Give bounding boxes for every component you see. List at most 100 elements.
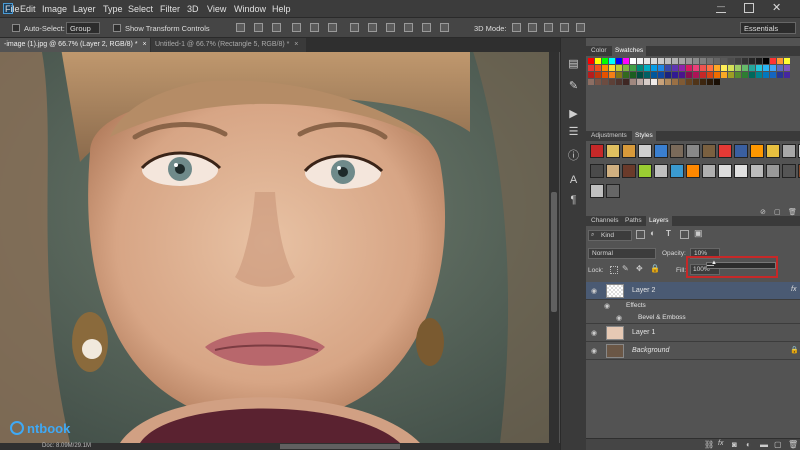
swatch[interactable] bbox=[623, 72, 629, 78]
swatch[interactable] bbox=[735, 58, 741, 64]
swatch[interactable] bbox=[672, 58, 678, 64]
swatch[interactable] bbox=[770, 72, 776, 78]
layer-row-layer-1[interactable]: ◉ Layer 1 bbox=[586, 324, 800, 342]
swatch[interactable] bbox=[602, 79, 608, 85]
swatch[interactable] bbox=[588, 65, 594, 71]
swatch[interactable] bbox=[616, 72, 622, 78]
mask-icon[interactable]: ◙ bbox=[732, 440, 737, 449]
swatch[interactable] bbox=[707, 58, 713, 64]
swatch[interactable] bbox=[658, 58, 664, 64]
folder-icon[interactable]: ▬ bbox=[760, 440, 768, 449]
lock-transparent-icon[interactable] bbox=[610, 266, 618, 274]
swatch[interactable] bbox=[763, 58, 769, 64]
style-swatch[interactable] bbox=[606, 164, 620, 178]
auto-select-checkbox[interactable] bbox=[12, 24, 20, 32]
swatch[interactable] bbox=[665, 65, 671, 71]
swatch[interactable] bbox=[609, 58, 615, 64]
swatch[interactable] bbox=[707, 79, 713, 85]
distribute-top-icon[interactable] bbox=[350, 23, 359, 32]
lock-pixels-icon[interactable]: ✎ bbox=[622, 264, 629, 273]
swatch[interactable] bbox=[714, 65, 720, 71]
swatch[interactable] bbox=[630, 58, 636, 64]
lock-position-icon[interactable]: ✥ bbox=[636, 264, 643, 273]
style-swatch[interactable] bbox=[734, 144, 748, 158]
swatch[interactable] bbox=[700, 58, 706, 64]
style-swatch[interactable] bbox=[654, 144, 668, 158]
layer-name[interactable]: Background bbox=[632, 347, 669, 354]
brush-icon[interactable]: ✎ bbox=[567, 80, 580, 93]
pixel-filter-icon[interactable] bbox=[636, 230, 645, 239]
swatch[interactable] bbox=[707, 65, 713, 71]
swatch[interactable] bbox=[616, 65, 622, 71]
swatch[interactable] bbox=[602, 72, 608, 78]
style-swatch[interactable] bbox=[686, 164, 700, 178]
type-filter-icon[interactable]: T bbox=[666, 229, 671, 238]
document-canvas[interactable]: ntbook bbox=[0, 52, 549, 443]
swatch[interactable] bbox=[700, 79, 706, 85]
distribute-vcenter-icon[interactable] bbox=[368, 23, 377, 32]
character-icon[interactable]: A bbox=[567, 174, 580, 187]
tab-color[interactable]: Color bbox=[588, 46, 610, 56]
menu-help[interactable]: Help bbox=[272, 4, 291, 14]
menu-file[interactable]: File bbox=[5, 4, 20, 14]
style-swatch[interactable] bbox=[670, 164, 684, 178]
swatch[interactable] bbox=[749, 72, 755, 78]
style-swatch[interactable] bbox=[718, 164, 732, 178]
swatch[interactable] bbox=[735, 65, 741, 71]
paragraph-icon[interactable]: ¶ bbox=[567, 194, 580, 207]
swatch[interactable] bbox=[693, 65, 699, 71]
style-swatch[interactable] bbox=[590, 184, 604, 198]
style-swatch[interactable] bbox=[750, 164, 764, 178]
swatch[interactable] bbox=[770, 58, 776, 64]
swatch[interactable] bbox=[658, 72, 664, 78]
style-swatch[interactable] bbox=[654, 164, 668, 178]
tab-channels[interactable]: Channels bbox=[588, 216, 621, 226]
swatch[interactable] bbox=[700, 65, 706, 71]
swatch[interactable] bbox=[651, 79, 657, 85]
layer-row-background[interactable]: ◉ Background 🔒 bbox=[586, 342, 800, 360]
swatch[interactable] bbox=[686, 65, 692, 71]
tab-document-1[interactable]: -image (1).jpg @ 66.7% (Layer 2, RGB/8) … bbox=[0, 38, 150, 52]
swatch[interactable] bbox=[756, 72, 762, 78]
style-swatch[interactable] bbox=[750, 144, 764, 158]
swatch[interactable] bbox=[644, 65, 650, 71]
distribute-bottom-icon[interactable] bbox=[386, 23, 395, 32]
style-swatch[interactable] bbox=[766, 144, 780, 158]
style-swatch[interactable] bbox=[782, 144, 796, 158]
menu-view[interactable]: View bbox=[207, 4, 226, 14]
distribute-hcenter-icon[interactable] bbox=[422, 23, 431, 32]
swatch[interactable] bbox=[714, 72, 720, 78]
menu-3d[interactable]: 3D bbox=[187, 4, 199, 14]
swatches-grid[interactable] bbox=[586, 56, 800, 130]
swatch[interactable] bbox=[630, 65, 636, 71]
swatch[interactable] bbox=[658, 65, 664, 71]
swatch[interactable] bbox=[672, 65, 678, 71]
swatch[interactable] bbox=[637, 65, 643, 71]
info-icon[interactable]: ⓘ bbox=[567, 150, 580, 163]
style-swatch[interactable] bbox=[606, 184, 620, 198]
eye-icon[interactable]: ◉ bbox=[591, 287, 600, 295]
3d-slide-icon[interactable] bbox=[560, 23, 569, 32]
menu-layer[interactable]: Layer bbox=[73, 4, 96, 14]
style-swatch[interactable] bbox=[622, 164, 636, 178]
swatch[interactable] bbox=[644, 58, 650, 64]
blend-mode-dropdown[interactable]: Normal bbox=[588, 248, 656, 259]
swatch[interactable] bbox=[630, 72, 636, 78]
tab-document-2[interactable]: Untitled-1 @ 66.7% (Rectangle 5, RGB/8) … bbox=[151, 38, 306, 52]
swatch[interactable] bbox=[756, 65, 762, 71]
swatch[interactable] bbox=[728, 65, 734, 71]
align-top-icon[interactable] bbox=[236, 23, 245, 32]
swatch[interactable] bbox=[777, 72, 783, 78]
swatch[interactable] bbox=[658, 79, 664, 85]
distribute-right-icon[interactable] bbox=[440, 23, 449, 32]
layer-bevel-row[interactable]: ◉ Bevel & Emboss bbox=[586, 312, 800, 324]
vertical-scrollbar[interactable] bbox=[549, 52, 559, 443]
swatch[interactable] bbox=[742, 58, 748, 64]
swatch[interactable] bbox=[784, 58, 790, 64]
add-style-icon[interactable]: fx bbox=[718, 440, 723, 447]
swatch[interactable] bbox=[651, 72, 657, 78]
menu-filter[interactable]: Filter bbox=[160, 4, 180, 14]
layer-row-layer-2[interactable]: ◉ Layer 2 fx bbox=[586, 282, 800, 300]
swatch[interactable] bbox=[749, 58, 755, 64]
style-swatch[interactable] bbox=[766, 164, 780, 178]
